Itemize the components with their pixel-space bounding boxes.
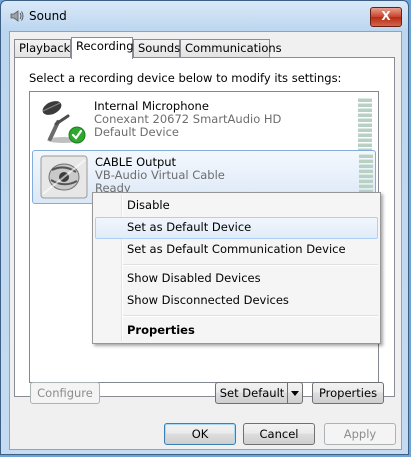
level-meter: [358, 98, 372, 152]
window-title: Sound: [29, 9, 67, 23]
device-status: Default Device: [94, 125, 180, 139]
panel-properties-button[interactable]: Properties: [312, 382, 384, 404]
device-text: CABLE Output VB-Audio Virtual Cable Read…: [95, 156, 225, 195]
set-default-button[interactable]: Set Default: [215, 382, 303, 404]
title-bar[interactable]: Sound X: [1, 1, 408, 31]
menu-item-set-default-device[interactable]: Set as Default Device: [95, 217, 378, 239]
menu-separator: [123, 315, 378, 317]
tab-sounds[interactable]: Sounds: [133, 39, 180, 57]
tab-playback[interactable]: Playback: [14, 39, 71, 57]
configure-button[interactable]: Configure: [30, 382, 100, 404]
ok-button[interactable]: OK: [164, 423, 236, 445]
set-default-label: Set Default: [219, 386, 285, 400]
context-menu: Disable Set as Default Device Set as Def…: [92, 192, 381, 344]
device-item-internal-microphone[interactable]: Internal Microphone Conexant 20672 Smart…: [32, 95, 376, 152]
tab-recording[interactable]: Recording: [71, 37, 134, 59]
menu-separator: [123, 264, 378, 266]
menu-item-show-disabled-devices[interactable]: Show Disabled Devices: [95, 268, 378, 290]
tab-label: Communications: [185, 41, 282, 55]
instruction-text: Select a recording device below to modif…: [29, 71, 342, 85]
tab-label: Sounds: [138, 41, 181, 55]
tab-communications[interactable]: Communications: [180, 39, 282, 57]
menu-item-properties[interactable]: Properties: [95, 320, 378, 342]
menu-item-show-disconnected-devices[interactable]: Show Disconnected Devices: [95, 290, 378, 312]
cable-icon: [40, 155, 88, 199]
microphone-icon: [42, 101, 86, 144]
close-icon: X: [381, 9, 391, 23]
tab-label: Playback: [19, 41, 71, 55]
tab-label: Recording: [76, 39, 134, 53]
device-text: Internal Microphone Conexant 20672 Smart…: [94, 100, 281, 139]
chevron-down-icon[interactable]: [287, 383, 302, 403]
apply-button[interactable]: Apply: [324, 423, 396, 445]
speaker-icon: [10, 10, 24, 22]
menu-item-disable[interactable]: Disable: [95, 195, 378, 217]
cancel-button[interactable]: Cancel: [243, 423, 315, 445]
menu-item-set-default-communication-device[interactable]: Set as Default Communication Device: [95, 239, 378, 261]
close-button[interactable]: X: [370, 7, 402, 27]
